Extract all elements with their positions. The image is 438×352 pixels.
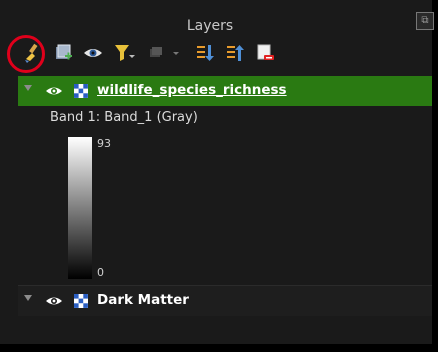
layer-name[interactable]: wildlife_species_richness <box>97 82 287 98</box>
highlight-circle <box>7 35 45 73</box>
layers-toolbar <box>18 41 418 71</box>
visibility-eye-icon[interactable] <box>45 294 63 308</box>
eye-icon <box>84 49 102 57</box>
layer-row-wildlife[interactable]: wildlife_species_richness <box>18 76 432 106</box>
color-ramp <box>68 137 92 279</box>
remove-layer-button[interactable] <box>254 41 276 65</box>
collapse-all-icon <box>227 45 244 61</box>
filter-expression-button[interactable] <box>146 41 179 65</box>
add-group-icon <box>56 44 72 60</box>
expand-all-icon <box>197 45 214 61</box>
collapse-triangle-icon[interactable] <box>24 85 32 91</box>
float-panel-button[interactable]: ⧉ <box>416 12 434 30</box>
layers-panel: Layers ⧉ wildlife_species_richness Band … <box>0 0 434 344</box>
collapse-triangle-icon[interactable] <box>24 295 32 301</box>
remove-layer-icon <box>257 44 274 60</box>
layer-name[interactable]: Dark Matter <box>97 292 189 308</box>
raster-layer-icon <box>74 84 88 98</box>
filter-legend-button[interactable] <box>112 41 135 65</box>
raster-layer-icon <box>74 294 88 308</box>
band-label: Band 1: Band_1 (Gray) <box>50 110 198 125</box>
ramp-max-label: 93 <box>97 137 111 150</box>
filter-icon <box>115 45 135 61</box>
manage-visibility-button[interactable] <box>82 41 104 65</box>
collapse-all-button[interactable] <box>224 41 246 65</box>
add-group-button[interactable] <box>52 41 74 65</box>
filter-expression-icon <box>150 47 179 57</box>
ramp-min-label: 0 <box>97 266 104 279</box>
layer-row-dark-matter[interactable]: Dark Matter <box>18 285 432 316</box>
panel-title: Layers <box>186 18 234 34</box>
visibility-eye-icon[interactable] <box>45 84 63 98</box>
expand-all-button[interactable] <box>194 41 216 65</box>
